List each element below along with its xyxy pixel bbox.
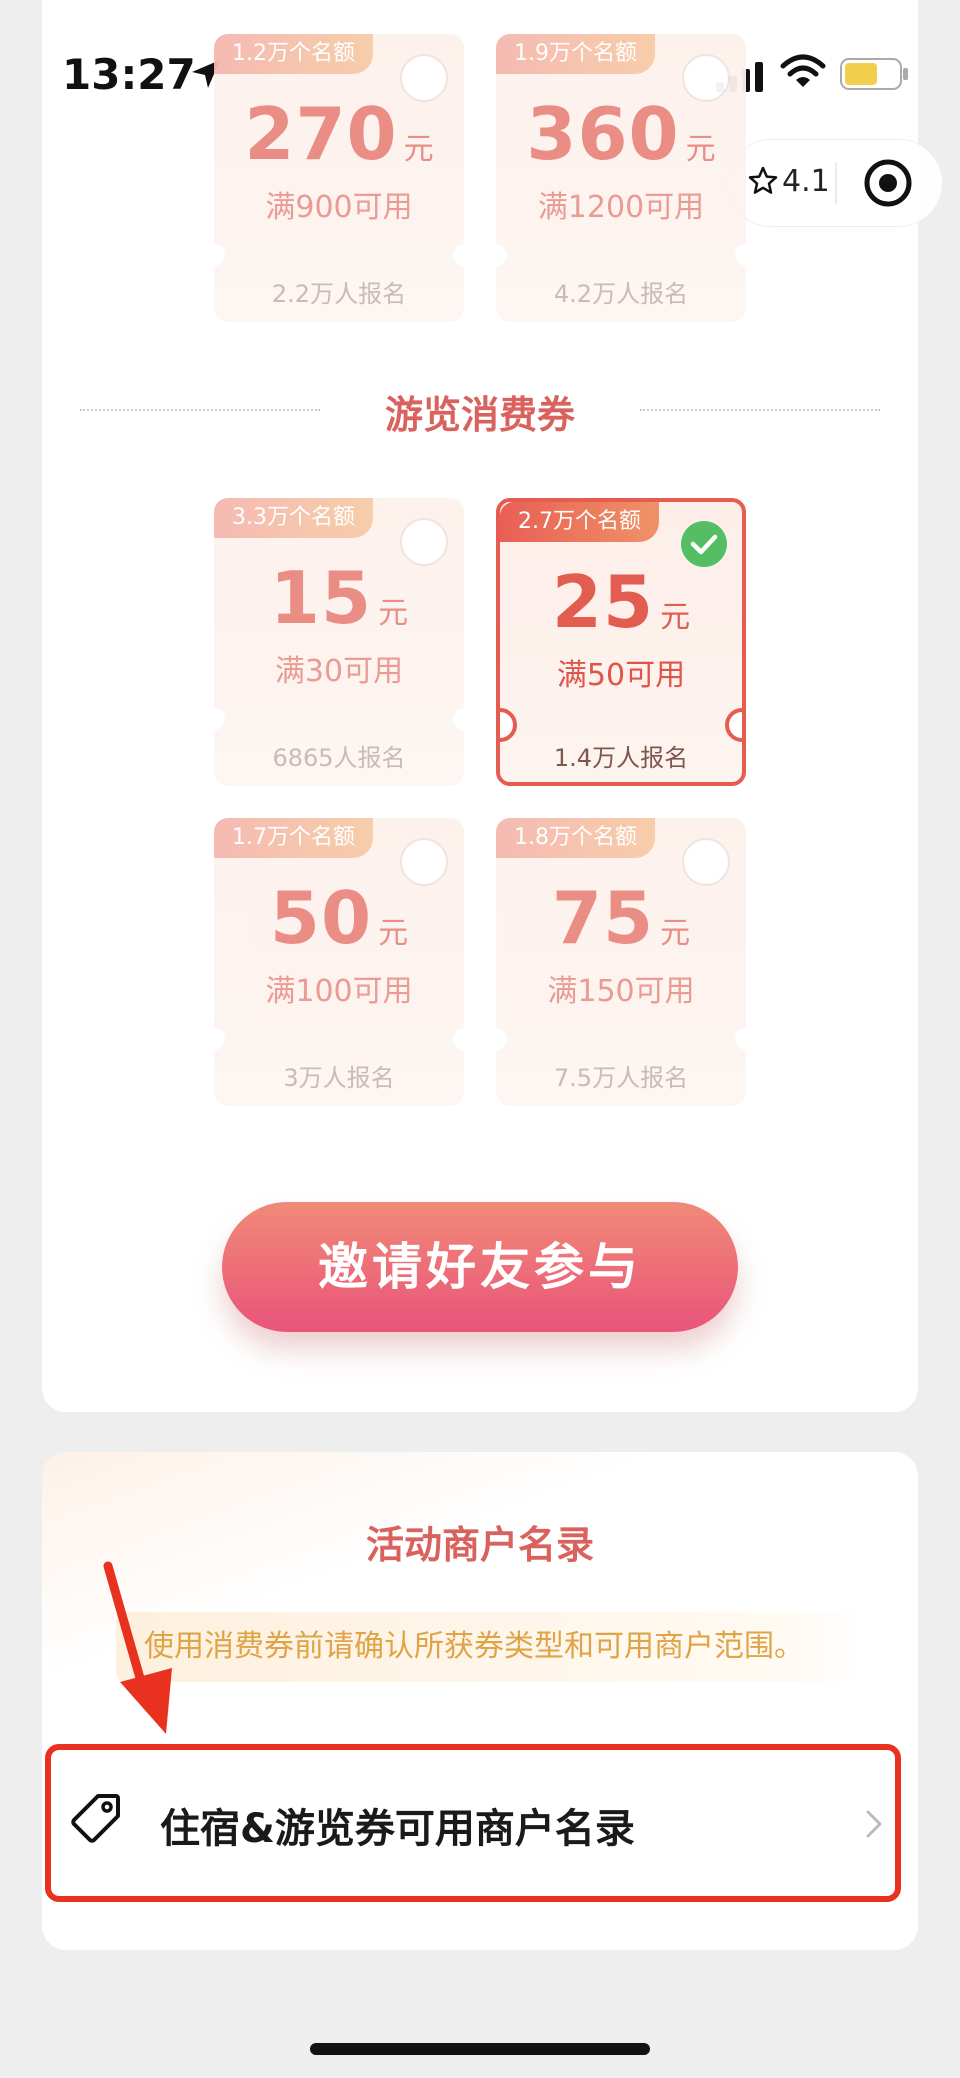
coupon-card-360[interactable]: 1.9万个名额 360 元 满1200可用 4.2万人报名 <box>485 34 757 322</box>
coupon-condition: 满100可用 <box>265 974 413 1009</box>
section-title-tour: 游览消费券 <box>384 393 575 437</box>
quota-badge: 1.9万个名额 <box>496 34 655 74</box>
usage-notice: 使用消费券前请确认所获券类型和可用商户范围。 <box>116 1612 864 1682</box>
coupon-amount: 25 <box>551 560 655 644</box>
battery-icon <box>840 58 908 90</box>
coupon-signups: 6865人报名 <box>272 744 406 772</box>
mini-program-capsule: 4.1 <box>728 140 942 226</box>
coupon-signups: 2.2万人报名 <box>271 280 407 308</box>
coupon-signups: 4.2万人报名 <box>553 280 689 308</box>
coupon-card-25-selected[interactable]: 2.7万个名额 25 元 满50可用 1.4万人报名 <box>496 498 746 786</box>
coupon-unit: 元 <box>660 600 691 635</box>
coupon-amount: 270 <box>244 92 398 176</box>
coupon-card-75[interactable]: 1.8万个名额 75 元 满150可用 7.5万人报名 <box>485 818 757 1106</box>
close-mini-program-icon[interactable] <box>862 157 914 209</box>
coupon-amount: 15 <box>269 556 373 640</box>
coupon-signups: 1.4万人报名 <box>553 744 689 772</box>
coupon-unit: 元 <box>378 596 409 631</box>
coupon-signups: 3万人报名 <box>283 1064 395 1092</box>
coupon-amount: 360 <box>526 92 680 176</box>
coupon-condition: 满50可用 <box>556 658 686 693</box>
coupon-card-50[interactable]: 1.7万个名额 50 元 满100可用 3万人报名 <box>203 818 475 1106</box>
coupon-card-15[interactable]: 3.3万个名额 15 元 满30可用 6865人报名 <box>203 498 475 786</box>
annotation-arrow-icon <box>103 1561 172 1734</box>
coupon-amount: 50 <box>269 876 373 960</box>
coupon-card-270[interactable]: 1.2万个名额 270 元 满900可用 2.2万人报名 <box>203 34 475 322</box>
quota-badge: 2.7万个名额 <box>500 502 659 542</box>
status-bar: 13:27 <box>0 40 960 110</box>
coupon-condition: 满30可用 <box>274 654 404 689</box>
home-indicator <box>310 2043 650 2055</box>
coupon-condition: 满1200可用 <box>537 190 705 225</box>
invite-friends-button[interactable]: 邀请好友参与 <box>222 1202 738 1332</box>
annotation-highlight-box <box>45 1744 901 1902</box>
capsule-divider <box>835 162 837 204</box>
quota-badge: 1.8万个名额 <box>496 818 655 858</box>
rating-value: 4.1 <box>782 164 830 199</box>
quota-badge: 3.3万个名额 <box>214 498 373 538</box>
coupon-amount: 75 <box>551 876 655 960</box>
quota-badge: 1.7万个名额 <box>214 818 373 858</box>
coupon-unit: 元 <box>378 916 409 951</box>
coupon-unit: 元 <box>685 132 716 167</box>
coupon-condition: 满900可用 <box>265 190 413 225</box>
quota-badge: 1.2万个名额 <box>214 34 373 74</box>
star-icon[interactable] <box>748 166 778 196</box>
status-time: 13:27 <box>62 50 196 99</box>
wifi-icon <box>780 54 826 87</box>
coupon-signups: 7.5万人报名 <box>553 1064 689 1092</box>
coupon-unit: 元 <box>660 916 691 951</box>
coupon-condition: 满150可用 <box>547 974 695 1009</box>
coupon-unit: 元 <box>403 132 434 167</box>
